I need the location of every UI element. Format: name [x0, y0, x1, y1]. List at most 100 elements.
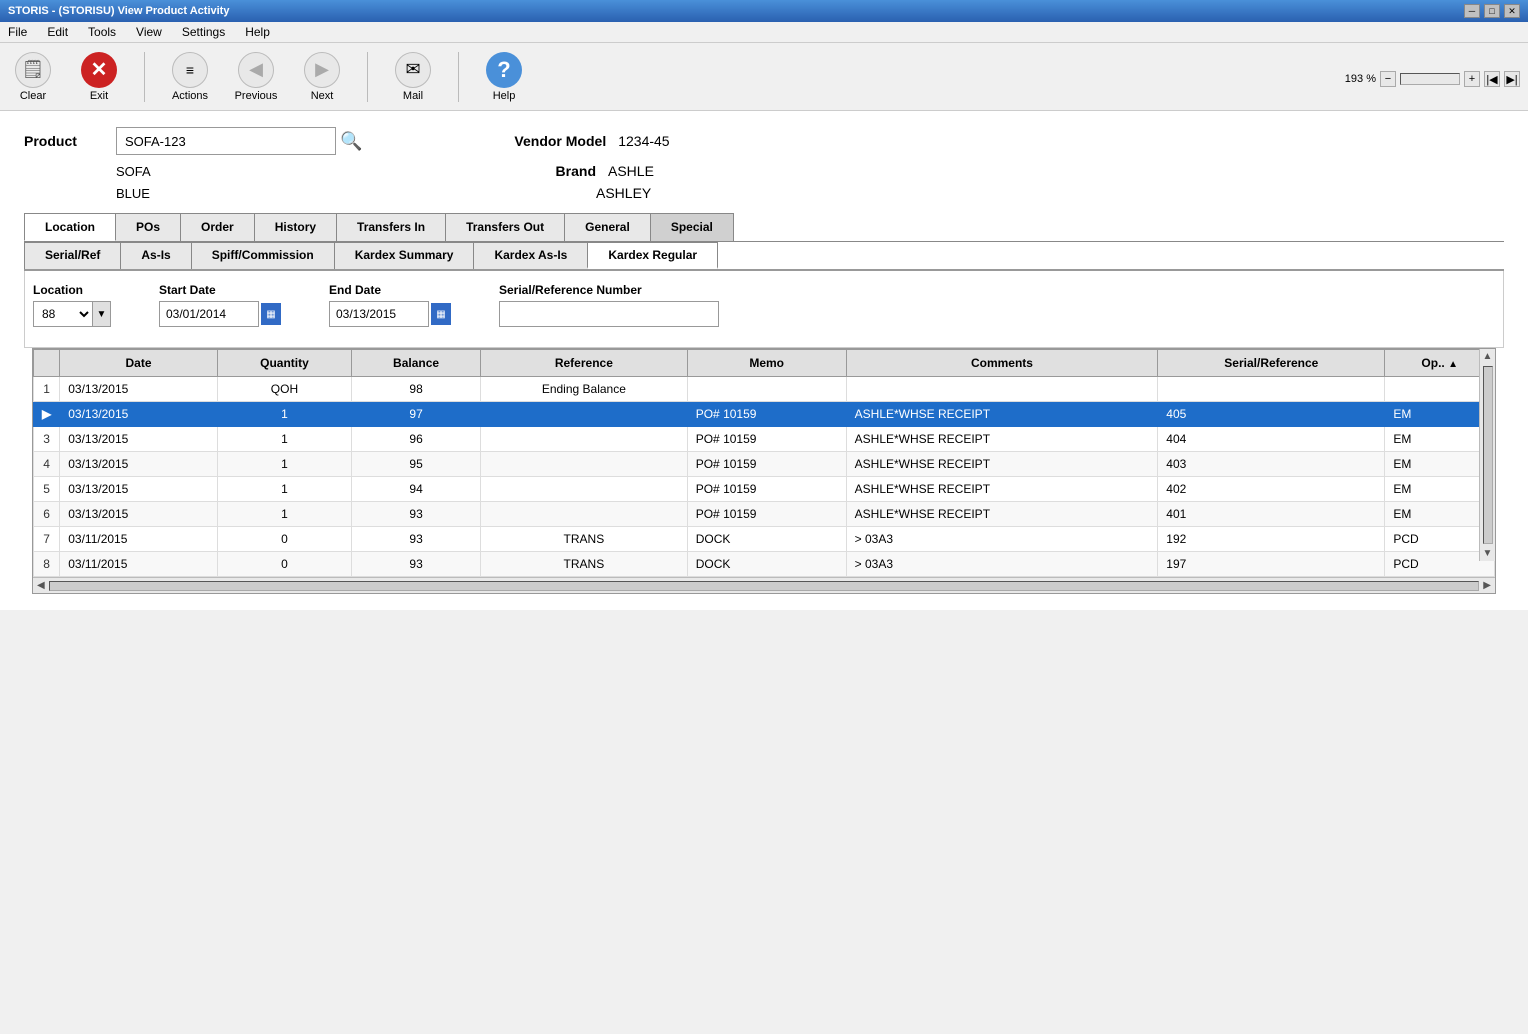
tab-transfers-out[interactable]: Transfers Out	[445, 213, 565, 241]
cell-date: 03/11/2015	[60, 527, 218, 552]
tab-general[interactable]: General	[564, 213, 651, 241]
menu-view[interactable]: View	[132, 24, 166, 40]
title-bar: STORIS - (STORISU) View Product Activity…	[0, 0, 1528, 22]
brand-label: Brand	[496, 163, 596, 179]
scroll-left-arrow[interactable]: ◀	[35, 580, 47, 591]
product-line2: BLUE	[24, 186, 344, 201]
search-icon[interactable]: 🔍	[340, 131, 362, 152]
subtab-kardex-regular[interactable]: Kardex Regular	[587, 242, 718, 269]
vendor-model-value: 1234-45	[618, 133, 669, 149]
table-row[interactable]: 403/13/2015195PO# 10159ASHLE*WHSE RECEIP…	[34, 452, 1495, 477]
menu-edit[interactable]: Edit	[43, 24, 72, 40]
help-button[interactable]: ? Help	[479, 52, 529, 102]
mail-button[interactable]: ✉ Mail	[388, 52, 438, 102]
window-controls[interactable]: ─ □ ✕	[1464, 4, 1520, 18]
grid-header-row: Date Quantity Balance Reference Memo Com…	[34, 350, 1495, 377]
cell-comments: > 03A3	[846, 527, 1158, 552]
cell-reference	[481, 402, 688, 427]
scroll-right-arrow[interactable]: ▶	[1481, 580, 1493, 591]
cell-quantity: 0	[217, 527, 351, 552]
cell-reference	[481, 502, 688, 527]
cell-comments: ASHLE*WHSE RECEIPT	[846, 502, 1158, 527]
serial-input[interactable]	[499, 301, 719, 327]
zoom-fit-button[interactable]: ▶|	[1504, 71, 1520, 87]
start-date-calendar-button[interactable]: ▦	[261, 303, 281, 325]
table-row[interactable]: 303/13/2015196PO# 10159ASHLE*WHSE RECEIP…	[34, 427, 1495, 452]
cell-memo: PO# 10159	[687, 427, 846, 452]
cell-balance: 97	[352, 402, 481, 427]
actions-button[interactable]: ≡ Actions	[165, 52, 215, 102]
menu-file[interactable]: File	[4, 24, 31, 40]
table-row[interactable]: 603/13/2015193PO# 10159ASHLE*WHSE RECEIP…	[34, 502, 1495, 527]
vertical-scrollbar[interactable]: ▲ ▼	[1479, 349, 1495, 561]
subtab-spiff-commission[interactable]: Spiff/Commission	[191, 242, 335, 269]
subtab-as-is[interactable]: As-Is	[120, 242, 191, 269]
zoom-out-button[interactable]: −	[1380, 71, 1396, 87]
location-filter-label: Location	[33, 283, 111, 297]
end-date-calendar-button[interactable]: ▦	[431, 303, 451, 325]
table-row[interactable]: 503/13/2015194PO# 10159ASHLE*WHSE RECEIP…	[34, 477, 1495, 502]
scroll-down-arrow[interactable]: ▼	[1483, 546, 1493, 561]
product-input[interactable]	[116, 127, 336, 155]
table-row[interactable]: ▶03/13/2015197PO# 10159ASHLE*WHSE RECEIP…	[34, 402, 1495, 427]
row-number-cell: 5	[34, 477, 60, 502]
zoom-in-button[interactable]: +	[1464, 71, 1480, 87]
cell-quantity: 1	[217, 502, 351, 527]
cell-date: 03/13/2015	[60, 452, 218, 477]
product-section: Product 🔍 Vendor Model 1234-45 SOFA Bran…	[24, 127, 1504, 201]
tab-location[interactable]: Location	[24, 213, 116, 241]
cell-reference: TRANS	[481, 527, 688, 552]
menu-help[interactable]: Help	[241, 24, 274, 40]
tab-transfers-in[interactable]: Transfers In	[336, 213, 446, 241]
tab-order[interactable]: Order	[180, 213, 255, 241]
restore-button[interactable]: □	[1484, 4, 1500, 18]
zoom-slider[interactable]	[1400, 73, 1460, 85]
location-dropdown-button[interactable]: ▼	[93, 301, 111, 327]
help-label: Help	[493, 90, 516, 102]
main-tabs: Location POs Order History Transfers In …	[24, 213, 1504, 242]
cell-date: 03/13/2015	[60, 502, 218, 527]
filter-section: Location 88 ▼ Start Date ▦ End Date	[24, 271, 1504, 348]
exit-button[interactable]: ✕ Exit	[74, 52, 124, 102]
cell-reference: TRANS	[481, 552, 688, 577]
end-date-input[interactable]	[329, 301, 429, 327]
start-date-input[interactable]	[159, 301, 259, 327]
tab-history[interactable]: History	[254, 213, 337, 241]
col-balance: Balance	[352, 350, 481, 377]
end-date-filter-group: End Date ▦	[329, 283, 451, 327]
tab-pos[interactable]: POs	[115, 213, 181, 241]
previous-button[interactable]: ◀ Previous	[231, 52, 281, 102]
close-button[interactable]: ✕	[1504, 4, 1520, 18]
subtab-kardex-as-is[interactable]: Kardex As-Is	[473, 242, 588, 269]
subtab-kardex-summary[interactable]: Kardex Summary	[334, 242, 475, 269]
menu-tools[interactable]: Tools	[84, 24, 120, 40]
clear-button[interactable]: 🗒 Clear	[8, 52, 58, 102]
table-row[interactable]: 103/13/2015QOH98Ending Balance	[34, 377, 1495, 402]
next-button[interactable]: ▶ Next	[297, 52, 347, 102]
mail-label: Mail	[403, 90, 423, 102]
clear-icon: 🗒	[15, 52, 51, 88]
actions-icon: ≡	[172, 52, 208, 88]
cell-comments: > 03A3	[846, 552, 1158, 577]
product-label: Product	[24, 133, 104, 149]
col-comments: Comments	[846, 350, 1158, 377]
table-row[interactable]: 703/11/2015093TRANSDOCK> 03A3192PCD	[34, 527, 1495, 552]
help-icon: ?	[486, 52, 522, 88]
serial-label: Serial/Reference Number	[499, 283, 719, 297]
cell-memo: PO# 10159	[687, 402, 846, 427]
location-select[interactable]: 88	[33, 301, 93, 327]
scroll-up-arrow[interactable]: ▲	[1483, 349, 1493, 364]
mail-icon: ✉	[395, 52, 431, 88]
zoom-reset-button[interactable]: |◀	[1484, 71, 1500, 87]
menu-settings[interactable]: Settings	[178, 24, 229, 40]
subtab-serial-ref[interactable]: Serial/Ref	[24, 242, 121, 269]
horizontal-scrollbar[interactable]: ◀ ▶	[33, 577, 1495, 593]
minimize-button[interactable]: ─	[1464, 4, 1480, 18]
toolbar-divider	[144, 52, 145, 102]
cell-balance: 98	[352, 377, 481, 402]
v-scroll-track[interactable]	[1483, 366, 1493, 544]
tab-special[interactable]: Special	[650, 213, 734, 241]
cell-memo: PO# 10159	[687, 477, 846, 502]
table-row[interactable]: 803/11/2015093TRANSDOCK> 03A3197PCD	[34, 552, 1495, 577]
h-scroll-track[interactable]	[49, 581, 1480, 591]
